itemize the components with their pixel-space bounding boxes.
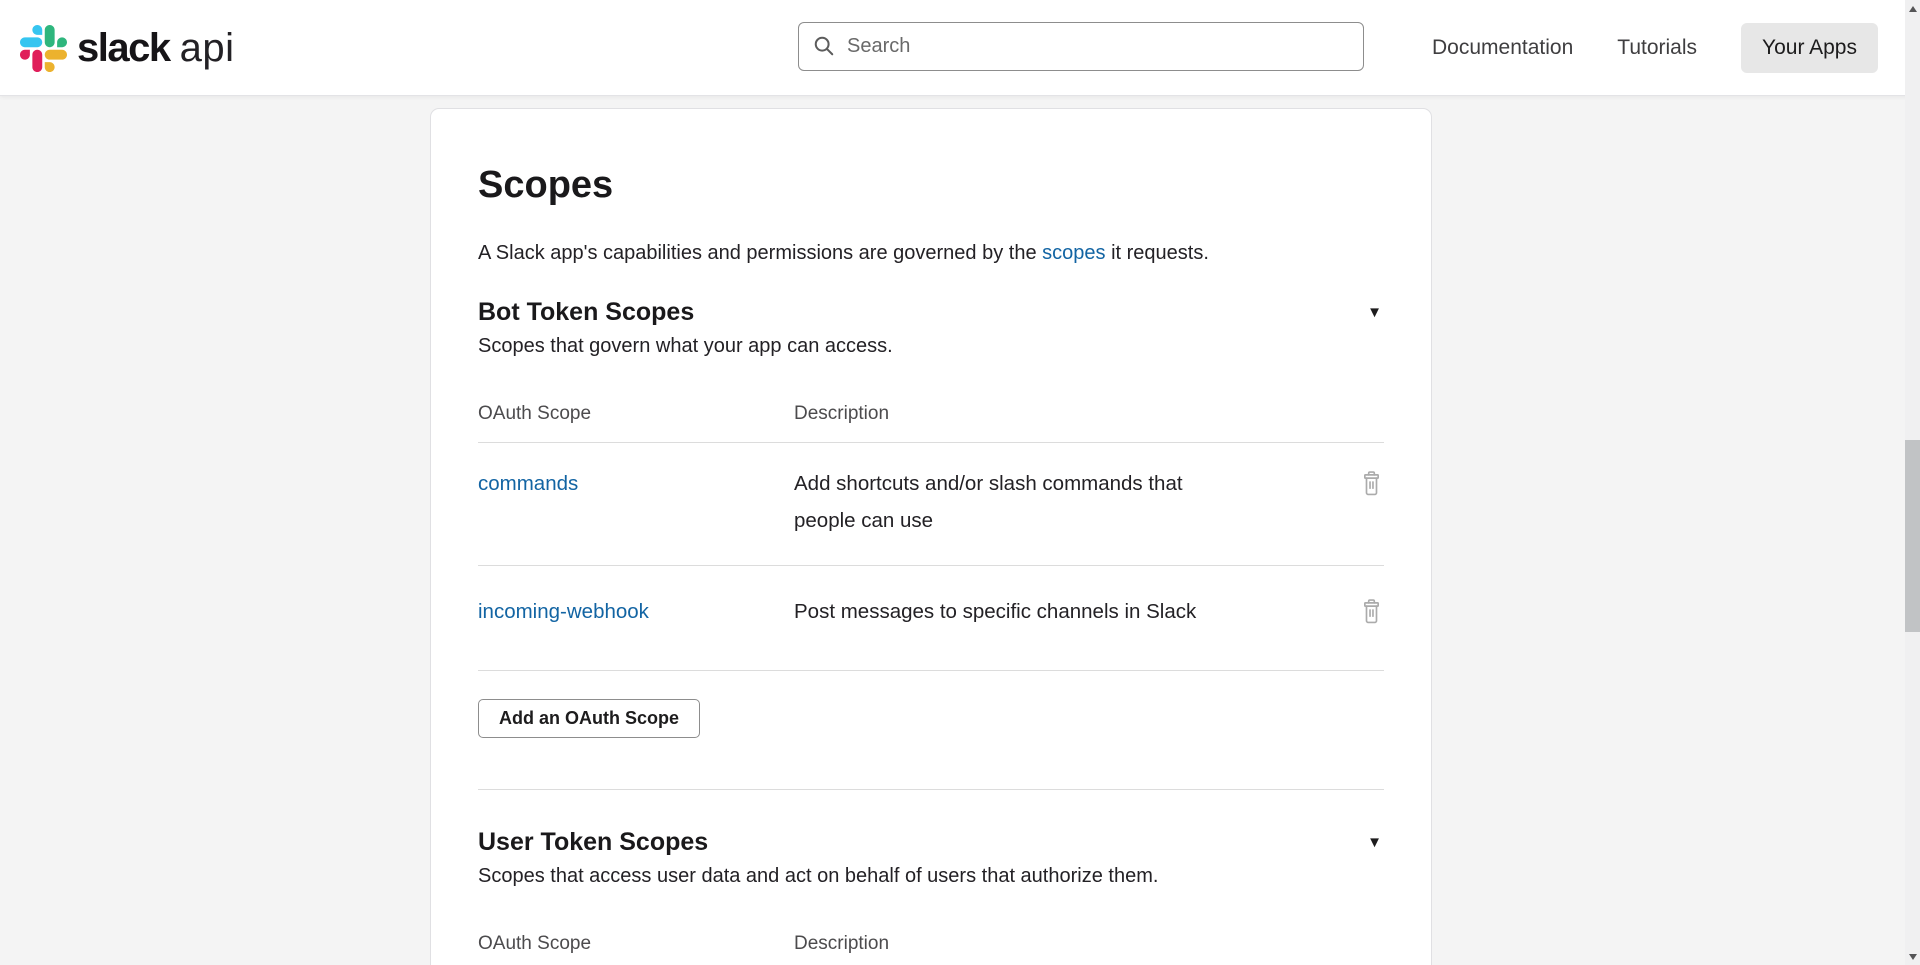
search-input[interactable] xyxy=(798,22,1364,71)
chevron-down-icon[interactable]: ▼ xyxy=(1365,301,1384,324)
column-description: Description xyxy=(794,933,1336,955)
intro-text-before: A Slack app's capabilities and permissio… xyxy=(478,242,1042,264)
delete-scope-button[interactable] xyxy=(1359,597,1384,625)
page-scrollbar[interactable] xyxy=(1905,0,1920,965)
column-oauth-scope: OAuth Scope xyxy=(478,403,794,425)
scrollbar-thumb[interactable] xyxy=(1905,440,1920,632)
scroll-up-icon[interactable] xyxy=(1905,0,1920,17)
table-header-user: OAuth Scope Description xyxy=(478,933,1384,965)
bot-token-scopes-section: Bot Token Scopes ▼ Scopes that govern wh… xyxy=(478,298,1384,738)
scope-link-commands[interactable]: commands xyxy=(478,466,578,502)
nav-your-apps[interactable]: Your Apps xyxy=(1741,23,1878,73)
nav-documentation[interactable]: Documentation xyxy=(1432,36,1573,60)
scope-description: Post messages to specific channels in Sl… xyxy=(794,594,1299,631)
delete-scope-button[interactable] xyxy=(1359,469,1384,497)
add-oauth-scope-button[interactable]: Add an OAuth Scope xyxy=(478,699,700,738)
column-oauth-scope: OAuth Scope xyxy=(478,933,794,955)
section-subtitle-bot: Scopes that govern what your app can acc… xyxy=(478,335,1384,358)
intro-paragraph: A Slack app's capabilities and permissio… xyxy=(478,238,1384,268)
header-nav: Documentation Tutorials Your Apps xyxy=(1432,0,1878,96)
main-area: Scopes A Slack app's capabilities and pe… xyxy=(0,96,1920,965)
chevron-down-icon[interactable]: ▼ xyxy=(1365,831,1384,854)
scope-description: Add shortcuts and/or slash commands that… xyxy=(794,466,1299,539)
trash-icon xyxy=(1359,597,1384,625)
scroll-down-icon[interactable] xyxy=(1905,948,1920,965)
table-row: commands Add shortcuts and/or slash comm… xyxy=(478,443,1384,566)
section-subtitle-user: Scopes that access user data and act on … xyxy=(478,865,1384,888)
search-container xyxy=(798,22,1364,71)
logo-brand-text: slack xyxy=(77,26,170,71)
section-title-user: User Token Scopes xyxy=(478,828,708,857)
intro-text-after: it requests. xyxy=(1106,242,1209,264)
slack-logo-icon xyxy=(20,25,67,72)
scope-link-incoming-webhook[interactable]: incoming-webhook xyxy=(478,594,649,630)
top-header: slack api Documentation Tutorials Your A… xyxy=(0,0,1920,96)
user-token-scopes-section: User Token Scopes ▼ Scopes that access u… xyxy=(478,828,1384,965)
page-title: Scopes xyxy=(478,164,1384,207)
nav-tutorials[interactable]: Tutorials xyxy=(1617,36,1697,60)
table-header-bot: OAuth Scope Description xyxy=(478,403,1384,443)
scopes-card: Scopes A Slack app's capabilities and pe… xyxy=(430,108,1432,965)
section-title-bot: Bot Token Scopes xyxy=(478,298,694,327)
trash-icon xyxy=(1359,469,1384,497)
logo-suffix-text: api xyxy=(180,26,235,71)
slack-api-logo[interactable]: slack api xyxy=(20,0,235,96)
column-description: Description xyxy=(794,403,1336,425)
table-row: incoming-webhook Post messages to specif… xyxy=(478,566,1384,671)
scopes-link[interactable]: scopes xyxy=(1042,242,1105,264)
section-divider xyxy=(478,789,1384,790)
